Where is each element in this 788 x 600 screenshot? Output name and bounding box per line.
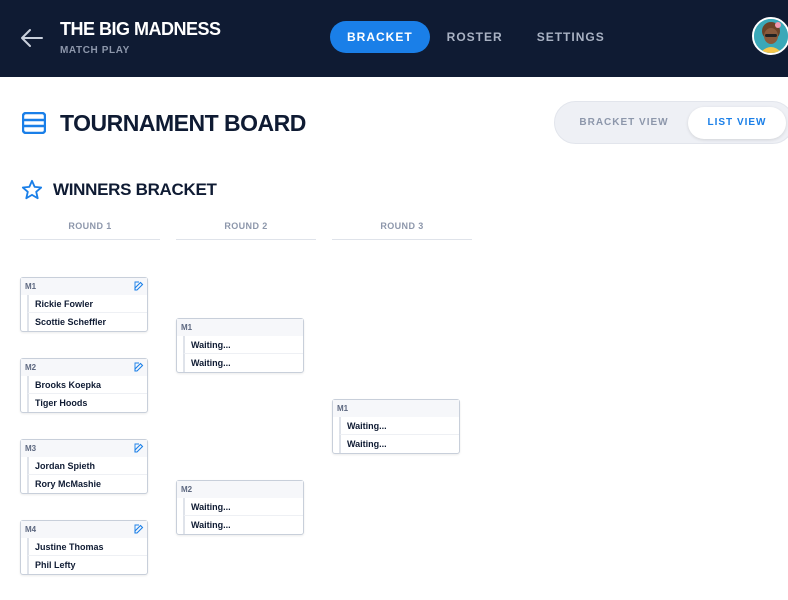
player-slot[interactable]: Jordan Spieth <box>27 457 147 475</box>
star-icon <box>21 179 43 200</box>
player-slot[interactable]: Justine Thomas <box>27 538 147 556</box>
player-slot: Waiting... <box>183 354 303 372</box>
player-slot: Waiting... <box>183 516 303 534</box>
match-card[interactable]: M4 Justine Thomas Phil Lefty <box>20 520 148 575</box>
match-card[interactable]: M2 Waiting... Waiting... <box>176 480 304 535</box>
edit-icon[interactable] <box>134 524 144 534</box>
match-card[interactable]: M1 Waiting... Waiting... <box>176 318 304 373</box>
match-header: M3 <box>21 440 147 457</box>
match-card[interactable]: M1 Waiting... Waiting... <box>332 399 460 454</box>
tab-roster[interactable]: ROSTER <box>430 21 520 53</box>
player-slot[interactable]: Rory McMashie <box>27 475 147 493</box>
page-title: TOURNAMENT BOARD <box>60 110 306 136</box>
match-card[interactable]: M3 Jordan Spieth Rory McMashie <box>20 439 148 494</box>
match-label: M2 <box>181 485 193 494</box>
player-slot[interactable]: Rickie Fowler <box>27 295 147 313</box>
list-icon <box>22 112 46 134</box>
player-slot[interactable]: Tiger Hoods <box>27 394 147 412</box>
list-view-button[interactable]: LIST VIEW <box>688 107 786 139</box>
match-header: M1 <box>333 400 459 417</box>
match-header: M2 <box>177 481 303 498</box>
edit-icon[interactable] <box>134 443 144 453</box>
player-slot[interactable]: Brooks Koepka <box>27 376 147 394</box>
match-label: M1 <box>25 282 37 291</box>
match-card[interactable]: M2 Brooks Koepka Tiger Hoods <box>20 358 148 413</box>
match-label: M3 <box>25 444 37 453</box>
section-title: WINNERS BRACKET <box>53 180 217 199</box>
arrow-left-icon[interactable] <box>18 26 44 50</box>
round-2-header: ROUND 2 <box>176 221 316 240</box>
match-label: M1 <box>337 404 349 413</box>
tournament-title: THE BIG MADNESS <box>60 19 221 39</box>
view-toggle: BRACKET VIEW LIST VIEW <box>554 101 788 144</box>
top-bar: THE BIG MADNESS MATCH PLAY BRACKET ROSTE… <box>0 0 788 77</box>
match-header: M2 <box>21 359 147 376</box>
tab-bracket[interactable]: BRACKET <box>330 21 430 53</box>
avatar[interactable] <box>752 17 788 55</box>
player-slot[interactable]: Scottie Scheffler <box>27 313 147 331</box>
round-1-header: ROUND 1 <box>20 221 160 240</box>
bracket-view-button[interactable]: BRACKET VIEW <box>565 107 683 139</box>
tab-settings[interactable]: SETTINGS <box>520 21 622 53</box>
match-header: M1 <box>177 319 303 336</box>
match-header: M4 <box>21 521 147 538</box>
round-3-header: ROUND 3 <box>332 221 472 240</box>
player-slot[interactable]: Phil Lefty <box>27 556 147 574</box>
player-slot: Waiting... <box>339 435 459 453</box>
edit-icon[interactable] <box>134 281 144 291</box>
player-slot: Waiting... <box>183 336 303 354</box>
player-slot: Waiting... <box>183 498 303 516</box>
tournament-subtitle: MATCH PLAY <box>60 45 130 56</box>
player-slot: Waiting... <box>339 417 459 435</box>
match-label: M2 <box>25 363 37 372</box>
match-card[interactable]: M1 Rickie Fowler Scottie Scheffler <box>20 277 148 332</box>
match-header: M1 <box>21 278 147 295</box>
match-label: M4 <box>25 525 37 534</box>
match-label: M1 <box>181 323 193 332</box>
avatar-image <box>754 19 788 53</box>
edit-icon[interactable] <box>134 362 144 372</box>
main-nav: BRACKET ROSTER SETTINGS <box>330 21 622 53</box>
